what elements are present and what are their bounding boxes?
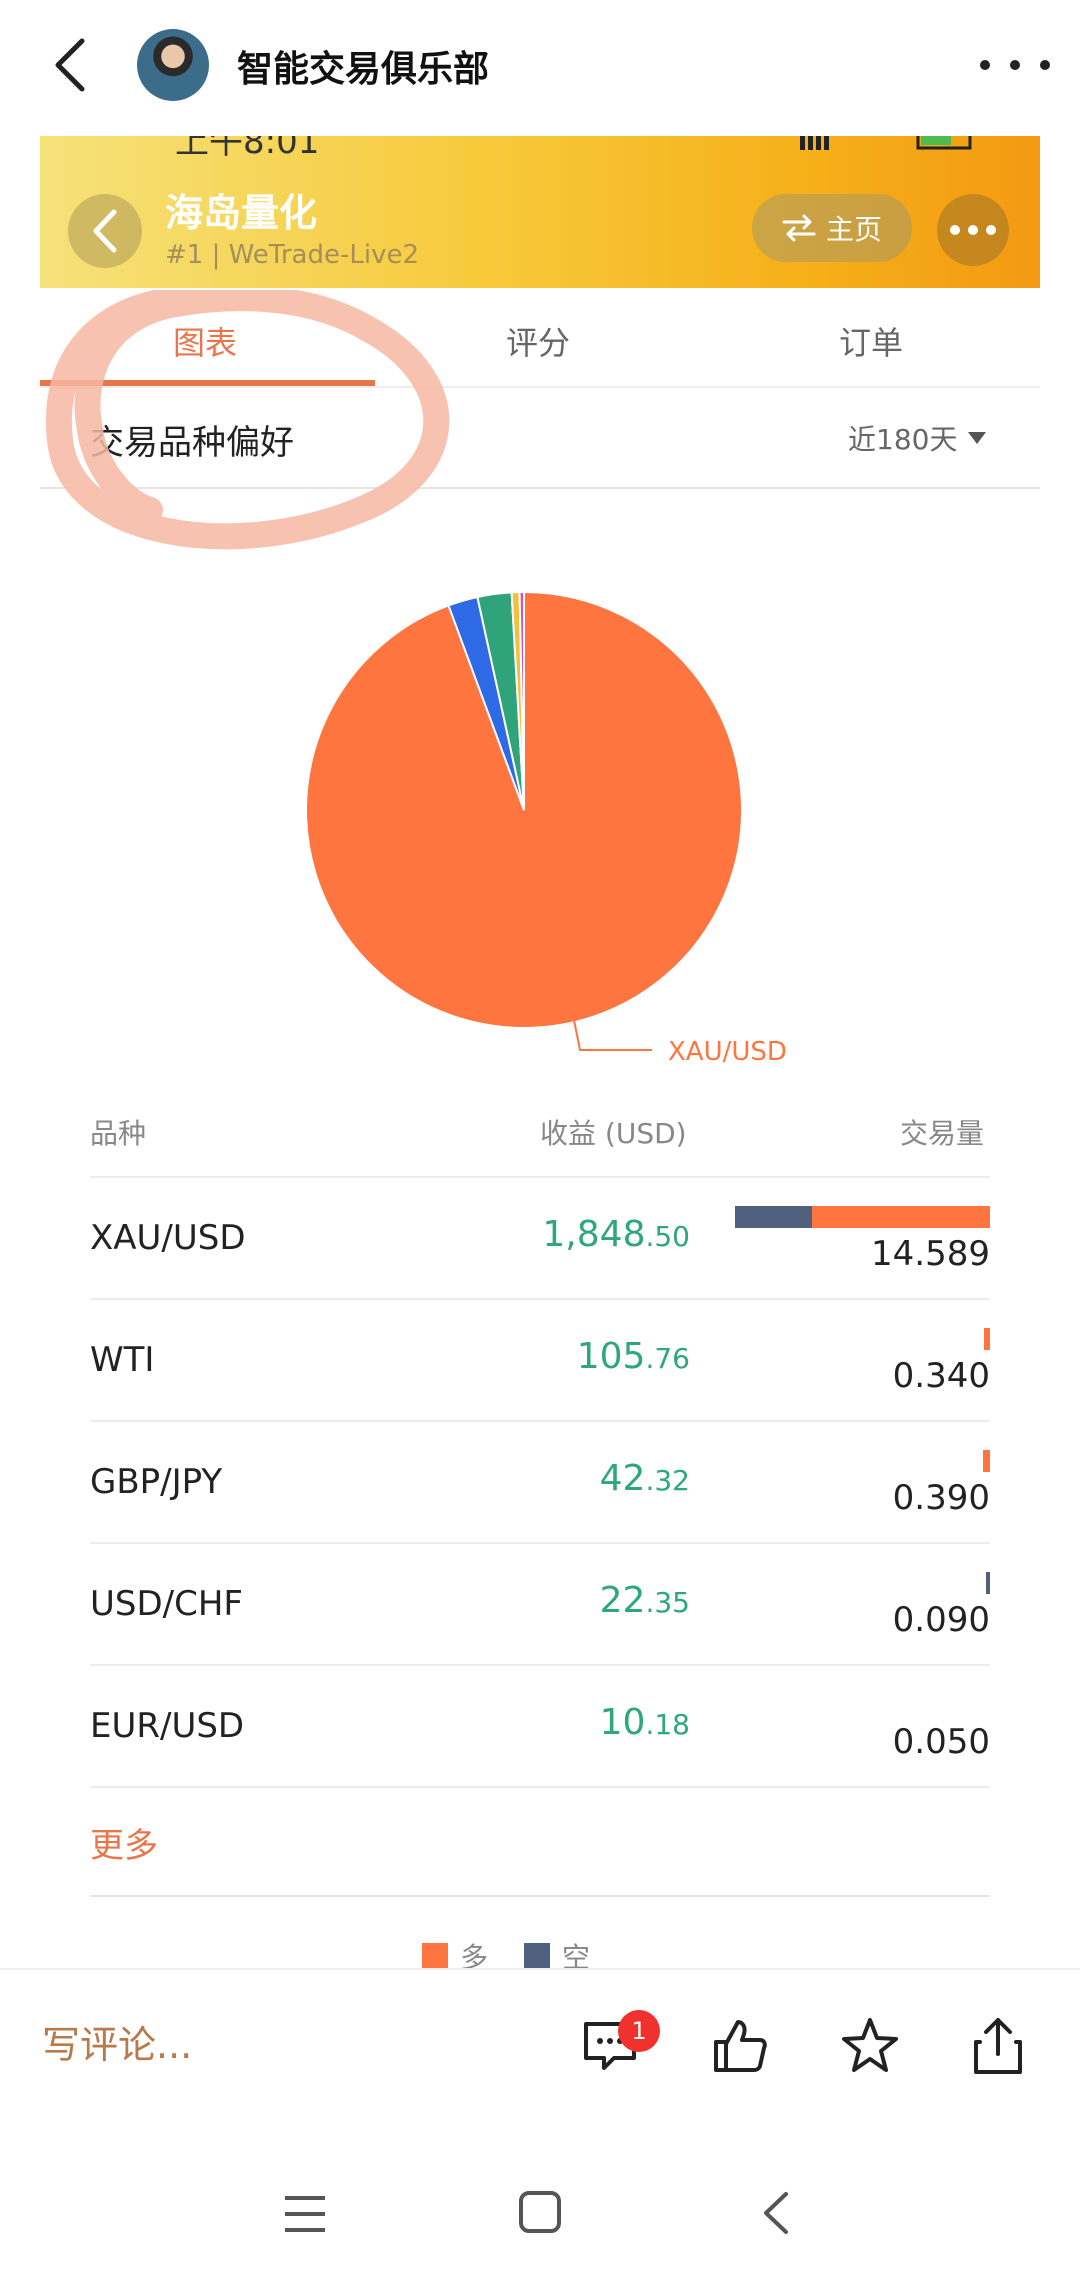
- tab-orders[interactable]: 订单: [839, 318, 903, 364]
- embedded-screenshot-banner: 上午8:01 海岛量化 #1 | WeTrade-Live2 主页: [40, 136, 1040, 288]
- home-button: 主页: [752, 194, 912, 262]
- profit-decimal: .35: [645, 1586, 690, 1619]
- tab-chart[interactable]: 图表: [173, 318, 237, 364]
- swap-icon: [782, 214, 816, 242]
- profit-integer: 22: [599, 1580, 646, 1621]
- banner-more-button: [937, 194, 1009, 266]
- column-header-profit: 收益 (USD): [540, 1117, 687, 1150]
- divider: [40, 487, 1040, 489]
- profit-cell: 22.35: [600, 1580, 690, 1621]
- profit-cell: 1,848.50: [542, 1214, 690, 1255]
- row-divider: [90, 1664, 990, 1666]
- section-title: 交易品种偏好: [90, 423, 294, 463]
- recent-apps-icon[interactable]: [283, 2194, 327, 2234]
- profit-integer: 10: [599, 1702, 646, 1743]
- comment-count-badge: 1: [618, 2010, 660, 2052]
- profit-decimal: .50: [645, 1220, 690, 1253]
- profit-integer: 42: [599, 1458, 646, 1499]
- more-dot-icon: [950, 225, 960, 235]
- symbol-cell: WTI: [90, 1340, 155, 1380]
- row-divider: [90, 1176, 990, 1178]
- row-divider: [90, 1298, 990, 1300]
- profit-cell: 105.76: [577, 1336, 690, 1377]
- pie-slices: [305, 590, 743, 1029]
- tab-indicator: [40, 380, 375, 386]
- row-divider: [90, 1542, 990, 1544]
- status-time: 上午8:01: [175, 136, 320, 162]
- volume-bar-long: [983, 1450, 990, 1472]
- profit-cell: 10.18: [600, 1702, 690, 1743]
- profit-cell: 42.32: [600, 1458, 690, 1499]
- back-nav-icon[interactable]: [760, 2190, 790, 2236]
- volume-bar-short: [986, 1572, 990, 1594]
- column-header-volume: 交易量: [900, 1117, 985, 1150]
- pie-callout-label: XAU/USD: [668, 1037, 787, 1067]
- thumbs-up-icon[interactable]: [708, 2014, 772, 2078]
- legend-swatch-long: [422, 1943, 448, 1969]
- trader-account: #1 | WeTrade-Live2: [165, 240, 419, 270]
- divider: [90, 1895, 990, 1897]
- comment-input[interactable]: 写评论...: [42, 2014, 192, 2069]
- volume-cell: 0.090: [892, 1600, 990, 1640]
- home-nav-icon[interactable]: [518, 2190, 562, 2234]
- more-dot-icon: [968, 225, 978, 235]
- column-header-symbol: 品种: [90, 1117, 147, 1150]
- avatar[interactable]: [137, 29, 209, 101]
- status-icons: [800, 136, 972, 150]
- chevron-left-icon: [55, 38, 85, 92]
- symbol-cell: USD/CHF: [90, 1584, 243, 1624]
- symbol-cell: XAU/USD: [90, 1218, 246, 1258]
- trader-name: 海岛量化: [165, 191, 318, 235]
- more-link[interactable]: 更多: [90, 1818, 158, 1867]
- volume-bar-long: [984, 1328, 990, 1350]
- volume-cell: 14.589: [871, 1234, 990, 1274]
- more-dot-icon: [980, 60, 990, 70]
- profit-decimal: .18: [645, 1708, 690, 1741]
- profit-decimal: .76: [645, 1342, 690, 1375]
- bottom-action-bar: 写评论... 1: [0, 1968, 1080, 2134]
- system-navigation-bar: [0, 2134, 1080, 2294]
- volume-cell: 0.340: [892, 1356, 990, 1396]
- banner-back-button: [68, 194, 142, 268]
- app-bar: 智能交易俱乐部: [0, 0, 1080, 130]
- share-icon[interactable]: [966, 2014, 1030, 2078]
- page-title: 智能交易俱乐部: [237, 49, 490, 90]
- volume-bar-long: [811, 1206, 990, 1228]
- volume-bar-short: [735, 1206, 812, 1228]
- tab-rating[interactable]: 评分: [506, 318, 570, 364]
- caret-down-icon: [968, 432, 987, 444]
- row-divider: [90, 1420, 990, 1422]
- volume-cell: 0.390: [892, 1478, 990, 1518]
- symbol-cell: GBP/JPY: [90, 1462, 223, 1502]
- profit-integer: 105: [576, 1336, 646, 1377]
- legend-swatch-short: [524, 1943, 551, 1969]
- home-button-label: 主页: [825, 213, 882, 246]
- row-divider: [90, 1786, 990, 1788]
- more-dot-icon: [986, 225, 996, 235]
- range-label: 近180天: [848, 423, 958, 456]
- more-options-button[interactable]: [980, 40, 1050, 90]
- more-dot-icon: [1010, 60, 1020, 70]
- range-dropdown[interactable]: 近180天: [848, 418, 987, 458]
- volume-cell: 0.050: [892, 1722, 990, 1762]
- chevron-left-icon: [93, 209, 117, 253]
- profit-integer: 1,848: [542, 1214, 646, 1255]
- star-icon[interactable]: [838, 2014, 902, 2078]
- back-button[interactable]: [40, 28, 100, 102]
- pie-chart: XAU/USD: [305, 590, 787, 1067]
- tab-bar: 图表 评分 订单: [40, 290, 1040, 388]
- more-dot-icon: [1040, 60, 1050, 70]
- profit-decimal: .32: [645, 1464, 690, 1497]
- symbol-cell: EUR/USD: [90, 1706, 245, 1746]
